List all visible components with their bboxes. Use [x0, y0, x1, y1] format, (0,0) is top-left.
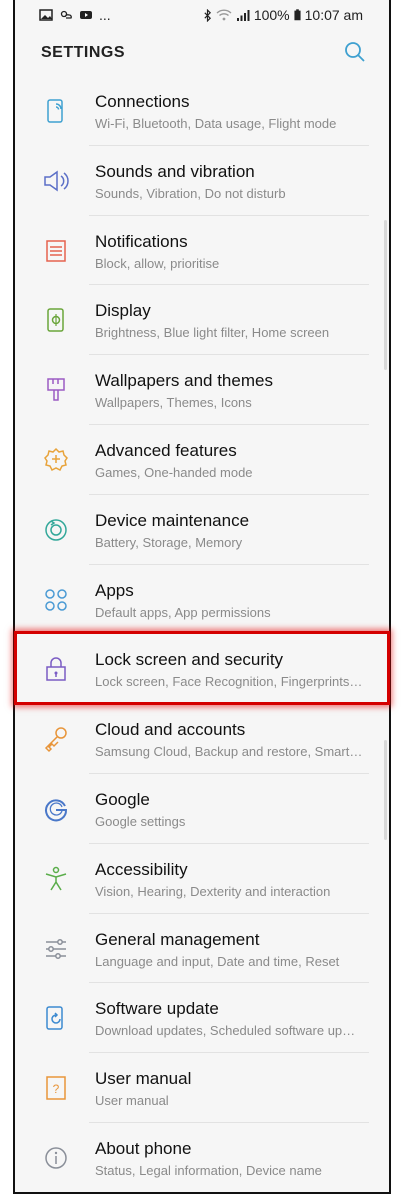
settings-item-subtitle: Status, Legal information, Device name: [95, 1162, 322, 1178]
settings-item-label: Apps: [95, 580, 134, 600]
settings-item-label: General management: [95, 929, 260, 949]
settings-item-about[interactable]: About phone Status, Legal information, De…: [15, 1123, 389, 1192]
settings-item-subtitle: Default apps, App permissions: [95, 604, 271, 620]
settings-item-advanced[interactable]: Advanced features Games, One-handed mode: [15, 425, 389, 495]
settings-item-subtitle: Sounds, Vibration, Do not disturb: [95, 185, 286, 201]
key-icon: [44, 727, 67, 753]
settings-item-software[interactable]: Software update Download updates, Schedul…: [15, 983, 389, 1054]
settings-item-display[interactable]: Display Brightness, Blue light filter, Ho…: [15, 285, 389, 356]
settings-item-google[interactable]: Google Google settings: [15, 774, 389, 844]
settings-item-subtitle: Block, allow, prioritise: [95, 255, 220, 271]
settings-list: Connections Wi-Fi, Bluetooth, Data usage,…: [15, 76, 389, 1192]
settings-item-label: Notifications: [95, 231, 188, 251]
settings-item-label: Google: [95, 789, 150, 809]
status-bar: ... 100% 10:07 am: [15, 0, 389, 30]
scroll-indicator-lower: [384, 740, 387, 840]
settings-item-manual[interactable]: ? User manual User manual: [15, 1053, 389, 1123]
settings-item-label: Lock screen and security: [95, 650, 284, 670]
accessibility-icon: [45, 866, 67, 891]
speaker-icon: [44, 170, 69, 192]
lock-icon: [46, 657, 66, 682]
settings-item-accessibility[interactable]: Accessibility Vision, Hearing, Dexterity …: [15, 844, 389, 914]
settings-item-label: Advanced features: [95, 440, 237, 460]
settings-item-label: Display: [95, 301, 151, 321]
video-notification-icon: [80, 11, 92, 19]
settings-item-subtitle: Lock screen, Face Recognition, Fingerpri…: [95, 674, 363, 690]
settings-item-label: Wallpapers and themes: [95, 371, 273, 391]
scroll-indicator: [384, 220, 387, 370]
more-notifications-text: ...: [99, 7, 111, 23]
settings-item-subtitle: Brightness, Blue light filter, Home scre…: [95, 325, 330, 341]
google-icon: [45, 799, 68, 822]
settings-item-label: Device maintenance: [95, 510, 250, 530]
settings-item-label: Sounds and vibration: [95, 161, 255, 181]
settings-item-subtitle: Games, One-handed mode: [95, 464, 253, 480]
settings-item-apps[interactable]: Apps Default apps, App permissions: [15, 565, 389, 635]
settings-item-lock[interactable]: Lock screen and security Lock screen, Fac…: [15, 634, 389, 705]
search-icon[interactable]: [343, 40, 367, 64]
manual-icon: ?: [46, 1076, 66, 1100]
settings-item-subtitle: Wi-Fi, Bluetooth, Data usage, Flight mod…: [95, 116, 337, 131]
settings-item-general[interactable]: General management Language and input, Da…: [15, 914, 389, 984]
settings-item-label: Cloud and accounts: [95, 720, 246, 740]
notifications-icon: [46, 239, 66, 262]
settings-item-connections[interactable]: Connections Wi-Fi, Bluetooth, Data usage,…: [15, 76, 389, 146]
settings-item-subtitle: Download updates, Scheduled software up…: [95, 1023, 356, 1039]
sliders-icon: [46, 938, 66, 959]
settings-item-label: About phone: [95, 1138, 192, 1158]
settings-item-subtitle: Vision, Hearing, Dexterity and interacti…: [95, 883, 331, 899]
connections-icon: [47, 99, 63, 123]
brush-icon: [47, 378, 65, 401]
battery-percent: 100%: [253, 7, 290, 23]
settings-item-wallpapers[interactable]: Wallpapers and themes Wallpapers, Themes,…: [15, 355, 389, 425]
settings-item-subtitle: User manual: [95, 1093, 169, 1109]
settings-item-subtitle: Battery, Storage, Memory: [95, 534, 243, 550]
settings-item-subtitle: Wallpapers, Themes, Icons: [95, 395, 252, 411]
clock: 10:07 am: [304, 7, 363, 23]
settings-item-sounds[interactable]: Sounds and vibration Sounds, Vibration, D…: [15, 146, 389, 216]
software-update-icon: [46, 1006, 63, 1031]
settings-item-label: User manual: [95, 1069, 192, 1089]
app-header: SETTINGS: [15, 30, 389, 76]
display-icon: [47, 308, 64, 333]
settings-item-maintenance[interactable]: Device maintenance Battery, Storage, Memo…: [15, 495, 389, 565]
weather-notification-icon: [60, 10, 72, 19]
settings-item-label: Connections: [95, 92, 190, 111]
settings-screen: ... 100% 10:07 am SETTINGS Connections Wi…: [13, 0, 391, 1194]
settings-item-subtitle: Samsung Cloud, Backup and restore, Smart…: [95, 744, 363, 760]
settings-item-notifications[interactable]: Notifications Block, allow, prioritise: [15, 216, 389, 286]
info-icon: [45, 1147, 67, 1169]
gallery-notification-icon: [39, 9, 53, 21]
page-title: SETTINGS: [41, 44, 126, 61]
battery-icon: [294, 9, 301, 21]
settings-item-cloud[interactable]: Cloud and accounts Samsung Cloud, Backup …: [15, 704, 389, 774]
apps-icon: [45, 588, 67, 611]
signal-icon: [236, 10, 250, 21]
settings-item-label: Software update: [95, 999, 219, 1019]
settings-item-subtitle: Language and input, Date and time, Reset: [95, 953, 340, 969]
maintenance-icon: [45, 519, 67, 541]
wifi-icon: [216, 9, 232, 21]
settings-item-label: Accessibility: [95, 859, 188, 879]
settings-item-subtitle: Google settings: [95, 813, 186, 829]
svg-text:?: ?: [53, 1082, 60, 1096]
advanced-gear-icon: [44, 447, 68, 471]
bluetooth-icon: [204, 8, 211, 22]
